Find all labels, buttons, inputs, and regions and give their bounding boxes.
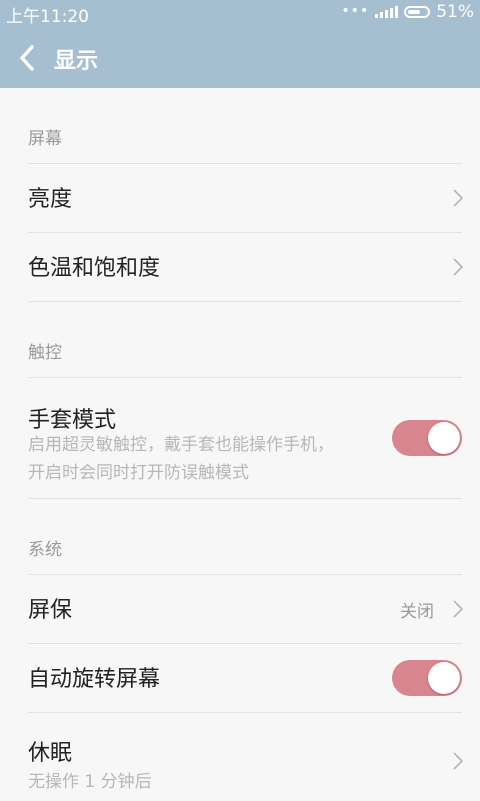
settings-list: 屏幕 亮度 色温和饱和度 触控 手套模式 启用超灵敏触控，戴手套也能操作手机，开… xyxy=(0,88,480,801)
chevron-right-icon xyxy=(452,257,464,277)
top-bar: 显示 xyxy=(0,26,480,88)
setting-label: 亮度 xyxy=(28,187,73,212)
signal-icon xyxy=(375,6,399,18)
setting-brightness[interactable]: 亮度 xyxy=(0,164,480,232)
section-header-touch: 触控 xyxy=(0,302,480,377)
setting-description: 无操作 1 分钟后 xyxy=(28,772,152,792)
setting-description: 启用超灵敏触控，戴手套也能操作手机，开启时会同时打开防误触模式 xyxy=(28,435,334,483)
chevron-right-icon xyxy=(452,599,464,619)
setting-label: 自动旋转屏幕 xyxy=(28,667,161,692)
battery-percent: 51% xyxy=(436,2,474,22)
status-right: ••• 51% xyxy=(341,2,474,22)
chevron-left-icon xyxy=(20,45,34,71)
section-header-system: 系统 xyxy=(0,499,480,574)
glove-mode-toggle[interactable] xyxy=(392,420,462,456)
setting-screensaver[interactable]: 屏保 关闭 xyxy=(0,575,480,643)
setting-sleep[interactable]: 休眠 无操作 1 分钟后 xyxy=(0,713,480,801)
chevron-right-icon xyxy=(452,751,464,771)
status-bar: 上午11:20 ••• 51% xyxy=(0,0,480,27)
setting-label: 色温和饱和度 xyxy=(28,256,161,281)
section-label: 屏幕 xyxy=(28,129,62,149)
setting-label: 手套模式 xyxy=(28,408,117,433)
status-time: 上午11:20 xyxy=(6,7,89,27)
section-header-screen: 屏幕 xyxy=(0,88,480,163)
page-title: 显示 xyxy=(54,49,99,74)
chevron-right-icon xyxy=(452,188,464,208)
more-dots-icon: ••• xyxy=(341,3,370,19)
toggle-knob xyxy=(428,422,460,454)
auto-rotate-toggle[interactable] xyxy=(392,660,462,696)
back-button[interactable] xyxy=(12,41,46,75)
battery-icon xyxy=(404,6,431,18)
section-label: 系统 xyxy=(28,540,62,560)
setting-label: 休眠 xyxy=(28,741,73,766)
toggle-knob xyxy=(428,662,460,694)
setting-auto-rotate[interactable]: 自动旋转屏幕 xyxy=(0,644,480,712)
setting-glove-mode[interactable]: 手套模式 启用超灵敏触控，戴手套也能操作手机，开启时会同时打开防误触模式 xyxy=(0,378,480,498)
section-label: 触控 xyxy=(28,343,62,363)
setting-value: 关闭 xyxy=(400,602,434,622)
setting-color-temperature[interactable]: 色温和饱和度 xyxy=(0,233,480,301)
setting-label: 屏保 xyxy=(28,598,73,623)
header: 上午11:20 ••• 51% 显示 xyxy=(0,0,480,88)
